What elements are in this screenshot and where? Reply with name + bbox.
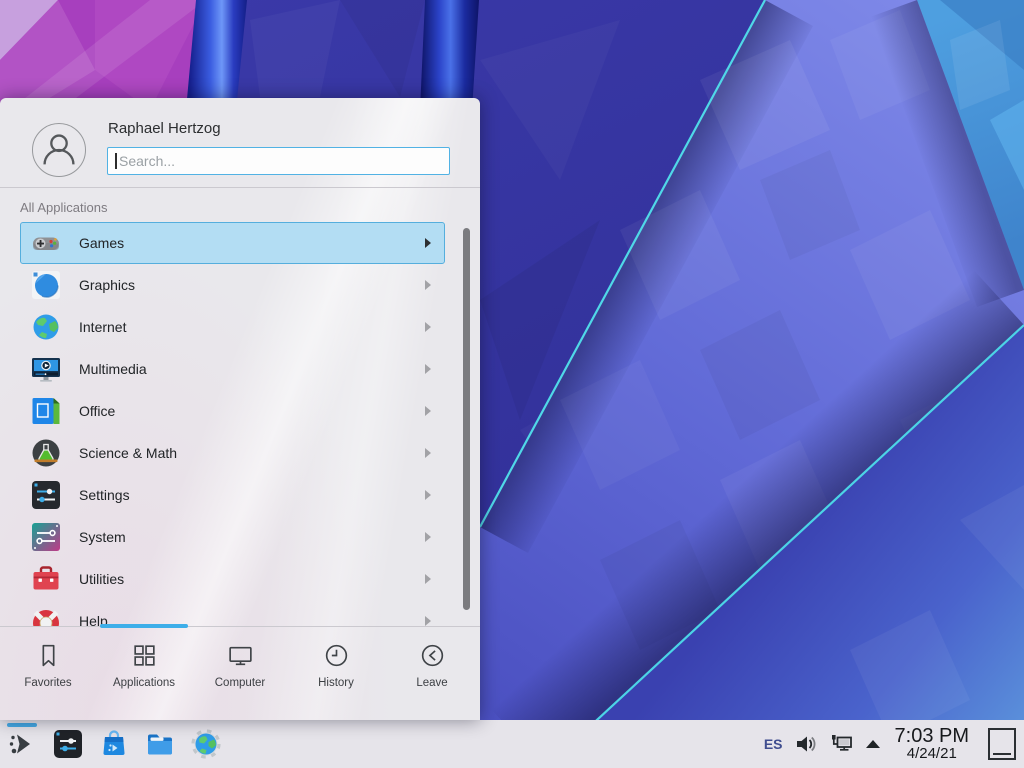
show-desktop-button[interactable] xyxy=(988,728,1016,760)
category-utilities[interactable]: Utilities xyxy=(20,558,445,600)
category-label: Settings xyxy=(79,487,130,503)
category-science-math[interactable]: Science & Math xyxy=(20,432,445,474)
launcher-tabbar: Favorites Applications Computer xyxy=(0,626,480,720)
category-label: Multimedia xyxy=(79,361,147,377)
bookmark-icon xyxy=(34,641,63,670)
discover-bag-icon xyxy=(98,728,130,760)
submenu-arrow-icon xyxy=(425,322,431,332)
category-office[interactable]: Office xyxy=(20,390,445,432)
volume-icon[interactable] xyxy=(794,733,818,755)
category-label: System xyxy=(79,529,126,545)
gamepad-icon xyxy=(30,227,62,259)
clock-date: 4/24/21 xyxy=(895,746,969,762)
sliders-icon xyxy=(30,479,62,511)
tab-favorites[interactable]: Favorites xyxy=(0,627,96,720)
search-input[interactable] xyxy=(107,147,450,175)
network-icon[interactable] xyxy=(829,732,855,756)
folder-icon xyxy=(144,728,176,760)
system-tray: ES 7:03 PM 4/24/21 xyxy=(764,726,1016,762)
category-multimedia[interactable]: Multimedia xyxy=(20,348,445,390)
paint-sphere-icon xyxy=(30,269,62,301)
submenu-arrow-icon xyxy=(425,448,431,458)
keyboard-layout-indicator[interactable]: ES xyxy=(764,736,783,752)
list-scrollbar[interactable] xyxy=(463,228,470,610)
launcher-header: Raphael Hertzog xyxy=(0,98,480,188)
browser-globe-icon xyxy=(190,728,222,760)
user-avatar[interactable] xyxy=(32,123,86,177)
category-list: Games Graphics xyxy=(0,222,480,626)
category-label: Science & Math xyxy=(79,445,177,461)
app-grid-icon xyxy=(130,641,159,670)
category-graphics[interactable]: Graphics xyxy=(20,264,445,306)
clock-time: 7:03 PM xyxy=(895,726,969,746)
digital-clock[interactable]: 7:03 PM 4/24/21 xyxy=(895,726,969,762)
discover-button[interactable] xyxy=(98,728,130,760)
monitor-icon xyxy=(226,641,255,670)
tab-leave[interactable]: Leave xyxy=(384,627,480,720)
category-settings[interactable]: Settings xyxy=(20,474,445,516)
lifebuoy-icon xyxy=(30,605,62,626)
submenu-arrow-icon xyxy=(425,574,431,584)
category-label: Office xyxy=(79,403,115,419)
submenu-arrow-icon xyxy=(425,238,431,248)
tab-label: Leave xyxy=(416,677,447,689)
tab-label: Favorites xyxy=(24,677,71,689)
application-launcher-popup: Raphael Hertzog All Applications xyxy=(0,98,480,720)
submenu-arrow-icon xyxy=(425,616,431,626)
category-games[interactable]: Games xyxy=(20,222,445,264)
file-manager-button[interactable] xyxy=(144,728,176,760)
flask-icon xyxy=(30,437,62,469)
tab-label: History xyxy=(318,677,354,689)
system-sliders-icon xyxy=(30,521,62,553)
category-help[interactable]: Help xyxy=(20,600,445,626)
submenu-arrow-icon xyxy=(425,406,431,416)
tab-label: Applications xyxy=(113,677,175,689)
text-caret xyxy=(115,153,117,169)
tab-label: Computer xyxy=(215,677,266,689)
document-icon xyxy=(30,395,62,427)
toolbox-icon xyxy=(30,563,62,595)
clock-icon xyxy=(322,641,351,670)
category-system[interactable]: System xyxy=(20,516,445,558)
category-label: Graphics xyxy=(79,277,135,293)
submenu-arrow-icon xyxy=(425,364,431,374)
tab-history[interactable]: History xyxy=(288,627,384,720)
kde-launcher-icon xyxy=(6,728,38,760)
category-internet[interactable]: Internet xyxy=(20,306,445,348)
search-field-wrap xyxy=(107,147,450,175)
category-label: Games xyxy=(79,235,124,251)
pinned-apps xyxy=(6,728,222,760)
leave-icon xyxy=(418,641,447,670)
submenu-arrow-icon xyxy=(425,532,431,542)
submenu-arrow-icon xyxy=(425,490,431,500)
tab-computer[interactable]: Computer xyxy=(192,627,288,720)
tab-applications[interactable]: Applications xyxy=(96,627,192,720)
tray-expander-icon[interactable] xyxy=(866,740,880,748)
user-name: Raphael Hertzog xyxy=(108,120,221,137)
category-label: Utilities xyxy=(79,571,124,587)
application-launcher-button[interactable] xyxy=(6,728,38,760)
active-tab-indicator xyxy=(100,624,188,628)
active-task-indicator xyxy=(7,723,37,727)
globe-icon xyxy=(30,311,62,343)
category-label: Internet xyxy=(79,319,126,335)
media-player-icon xyxy=(30,353,62,385)
section-label: All Applications xyxy=(20,200,107,215)
submenu-arrow-icon xyxy=(425,280,431,290)
taskbar-panel: ES 7:03 PM 4/24/21 xyxy=(0,720,1024,768)
web-browser-button[interactable] xyxy=(190,728,222,760)
system-settings-icon xyxy=(52,728,84,760)
desktop: Raphael Hertzog All Applications xyxy=(0,0,1024,768)
system-settings-button[interactable] xyxy=(52,728,84,760)
